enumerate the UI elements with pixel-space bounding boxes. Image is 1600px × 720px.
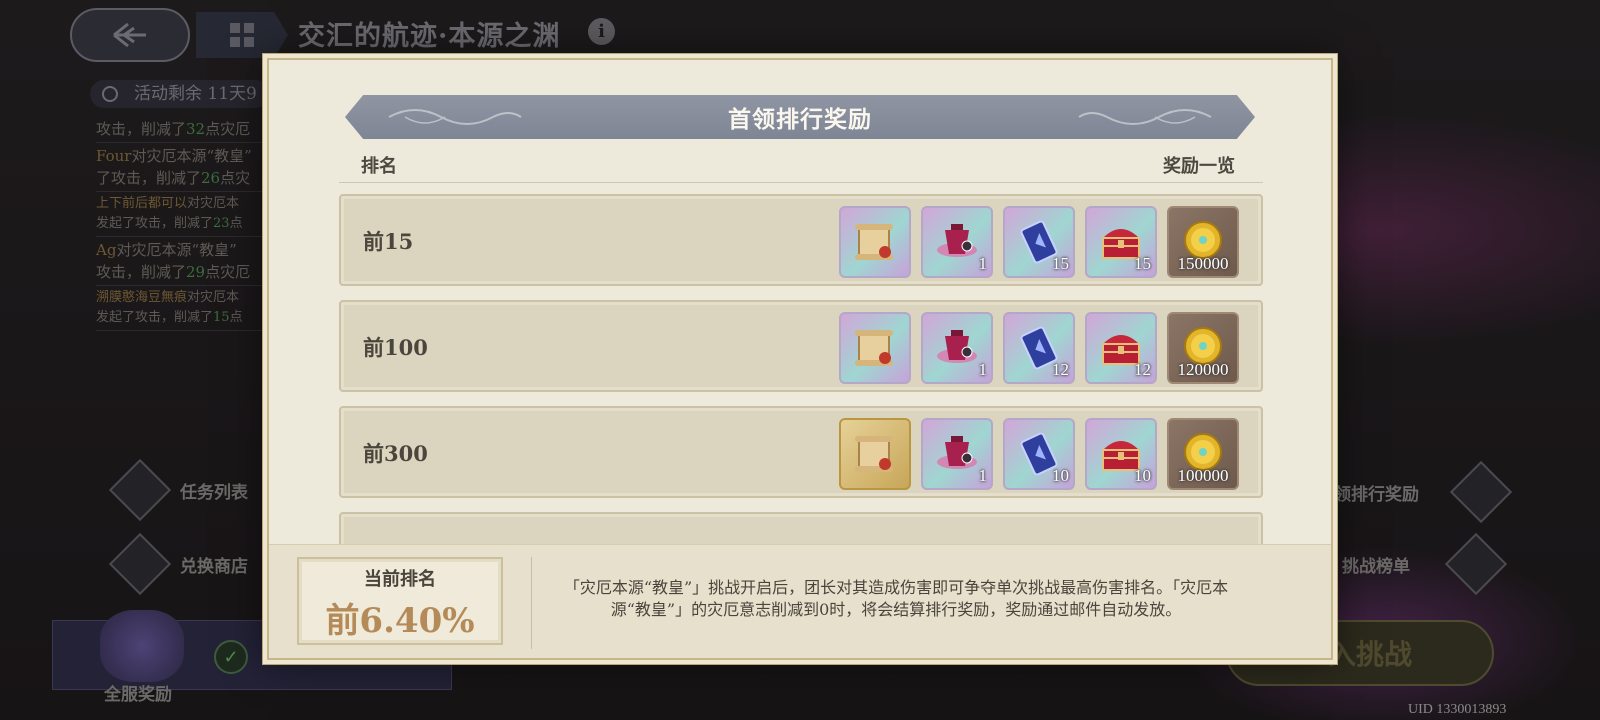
- reward-item[interactable]: 1: [921, 418, 993, 490]
- header-divider: [339, 182, 1263, 183]
- reward-item[interactable]: [839, 418, 911, 490]
- event-timer: 活动剩余 11天9: [90, 80, 270, 108]
- reward-item[interactable]: 12: [1003, 312, 1075, 384]
- current-rank-box: 当前排名 前6.40%: [297, 557, 503, 645]
- reward-items: 1 12 12 120000: [839, 312, 1239, 384]
- boss-ranking-reward-modal: 首领排行奖励 排名 奖励一览 前15 1 15 15 150000 前100 1 12 12 12…: [267, 58, 1333, 660]
- ranking-reward-button[interactable]: 领排行奖励: [1334, 460, 1513, 524]
- reward-item[interactable]: 120000: [1167, 312, 1239, 384]
- item-quantity: 10: [1052, 466, 1069, 485]
- reward-item[interactable]: 1: [921, 312, 993, 384]
- rewards-column-header: 奖励一览: [1163, 156, 1235, 177]
- item-quantity: 12: [1052, 360, 1069, 379]
- current-rank-value: 前6.40%: [325, 601, 475, 641]
- reward-item[interactable]: 12: [1085, 312, 1157, 384]
- reward-row: 前300 1 10 10 100000: [339, 406, 1263, 498]
- back-arrow-icon: [113, 22, 146, 48]
- attack-log: 攻击，削减了32点灾厄 Four对灾厄本源“教皇” 了攻击，削减了26点灾 上下…: [96, 116, 266, 331]
- reward-item[interactable]: 150000: [1167, 206, 1239, 278]
- item-quantity: 100000: [1177, 466, 1229, 485]
- reward-description: 「灾厄本源“教皇”」挑战开启后，团长对其造成伤害即可争夺单次挑战最高伤害排名。「…: [563, 578, 1229, 619]
- lantern-icon: [931, 216, 983, 268]
- current-rank-label: 当前排名: [364, 569, 436, 590]
- log-entry: 溯膜憨海豆無痕对灾厄本 发起了攻击，削减了15点: [96, 286, 266, 331]
- challenge-board-button[interactable]: 挑战榜单: [1342, 532, 1508, 596]
- reward-item[interactable]: 1: [921, 206, 993, 278]
- modal-title-bar: 首领排行奖励: [345, 95, 1255, 139]
- reward-row: 前15 1 15 15 150000: [339, 194, 1263, 286]
- reward-item[interactable]: 15: [1003, 206, 1075, 278]
- log-entry: Ag对灾厄本源“教皇” 攻击，削减了29点灾厄: [96, 237, 266, 286]
- reward-item[interactable]: 100000: [1167, 418, 1239, 490]
- scroll-icon: [849, 322, 901, 374]
- back-button[interactable]: [70, 8, 190, 62]
- log-entry: 攻击，削减了32点灾厄: [96, 116, 266, 143]
- check-icon: ✓: [214, 640, 248, 674]
- scroll-icon: [849, 216, 901, 268]
- right-flourish-icon: [1078, 109, 1212, 125]
- reward-item[interactable]: [839, 206, 911, 278]
- grid-menu-icon: [230, 23, 254, 47]
- uid-label: UID 1330013893: [1408, 702, 1507, 717]
- exchange-shop-button[interactable]: 兑换商店: [108, 532, 248, 596]
- item-quantity: 1: [978, 360, 988, 379]
- scroll-icon: [849, 428, 901, 480]
- reward-item[interactable]: 15: [1085, 206, 1157, 278]
- item-quantity: 1: [978, 466, 988, 485]
- log-entry: Four对灾厄本源“教皇” 了攻击，削减了26点灾: [96, 143, 266, 192]
- item-quantity: 12: [1134, 360, 1151, 379]
- info-icon[interactable]: i: [588, 18, 615, 45]
- server-reward-chest-icon[interactable]: [100, 610, 184, 682]
- item-quantity: 15: [1134, 254, 1151, 273]
- modal-title: 首领排行奖励: [728, 106, 872, 133]
- item-quantity: 150000: [1177, 254, 1229, 273]
- task-list-button[interactable]: 任务列表: [108, 458, 248, 522]
- lantern-icon: [931, 428, 983, 480]
- footer-divider: [531, 557, 532, 649]
- item-quantity: 1: [978, 254, 988, 273]
- reward-items: 1 15 15 150000: [839, 206, 1239, 278]
- server-reward-label: 全服奖励: [104, 685, 172, 705]
- left-flourish-icon: [388, 109, 522, 125]
- event-title: 交汇的航迹·本源之渊: [298, 21, 561, 52]
- task-list-icon: [108, 458, 172, 522]
- rank-tier-label: 前300: [363, 441, 428, 466]
- rank-tier-label: 前100: [363, 335, 428, 360]
- reward-items: 1 10 10 100000: [839, 418, 1239, 490]
- menu-button[interactable]: [196, 12, 288, 58]
- item-quantity: 10: [1134, 466, 1151, 485]
- clock-icon: [102, 86, 118, 102]
- rank-tier-label: 前15: [363, 229, 414, 254]
- bar-chart-icon: [1444, 532, 1508, 596]
- lightbulb-icon: [1449, 460, 1513, 524]
- log-entry: 上下前后都可以对灾厄本 发起了攻击，削减了23点: [96, 192, 266, 237]
- rank-column-header: 排名: [361, 156, 397, 177]
- timer-text: 活动剩余 11天9: [134, 84, 257, 104]
- scales-icon: [108, 532, 172, 596]
- lantern-icon: [931, 322, 983, 374]
- item-quantity: 15: [1052, 254, 1069, 273]
- modal-footer: 当前排名 前6.40% 「灾厄本源“教皇”」挑战开启后，团长对其造成伤害即可争夺…: [269, 544, 1331, 658]
- reward-row: 前100 1 12 12 120000: [339, 300, 1263, 392]
- reward-item[interactable]: [839, 312, 911, 384]
- reward-item[interactable]: 10: [1003, 418, 1075, 490]
- reward-item[interactable]: 10: [1085, 418, 1157, 490]
- item-quantity: 120000: [1177, 360, 1229, 379]
